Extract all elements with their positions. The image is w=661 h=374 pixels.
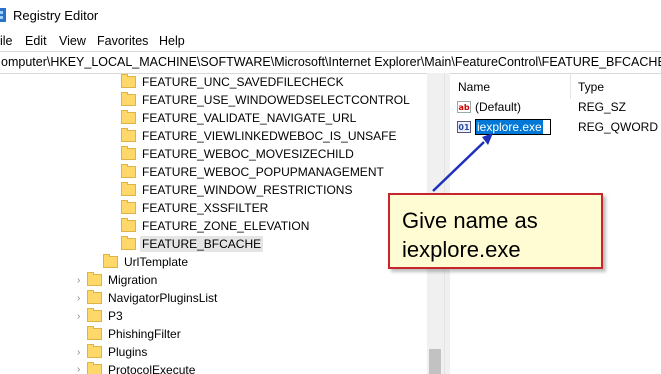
tree-scrollbar-thumb[interactable] — [429, 349, 441, 374]
menu-edit[interactable]: Edit — [25, 34, 47, 48]
tree-item-label: FEATURE_BFCACHE — [140, 236, 264, 252]
tree-item-label: UrlTemplate — [124, 255, 189, 269]
tree-item[interactable]: FEATURE_WEBOC_MOVESIZECHILD — [121, 145, 354, 163]
menu-favorites[interactable]: Favorites — [97, 34, 148, 48]
column-header-type[interactable]: Type — [578, 80, 604, 94]
tree-item[interactable]: Migration — [87, 271, 157, 289]
rename-input-text: iexplore.exe — [476, 120, 543, 134]
folder-icon — [87, 344, 102, 358]
callout-line-1: Give name as — [402, 208, 538, 233]
menu-file[interactable]: ile — [0, 34, 13, 48]
tree-item[interactable]: P3 — [87, 307, 123, 325]
folder-icon — [121, 110, 136, 124]
expand-chevron-icon[interactable]: › — [77, 276, 85, 286]
folder-icon — [121, 236, 136, 250]
folder-icon — [87, 290, 102, 304]
menu-help[interactable]: Help — [159, 34, 185, 48]
tree-item-label: FEATURE_UNC_SAVEDFILECHECK — [142, 75, 344, 89]
tree-item-label: PhishingFilter — [108, 327, 181, 341]
tree-item-label: FEATURE_WEBOC_MOVESIZECHILD — [142, 147, 354, 161]
string-value-icon: ab — [457, 101, 471, 113]
menu-view[interactable]: View — [59, 34, 86, 48]
tree-item-label: FEATURE_VIEWLINKEDWEBOC_IS_UNSAFE — [142, 129, 397, 143]
value-name: (Default) — [475, 100, 522, 114]
tree-item[interactable]: FEATURE_XSSFILTER — [121, 199, 268, 217]
value-type: REG_QWORD — [578, 120, 659, 134]
folder-icon — [121, 200, 136, 214]
tree-item[interactable]: FEATURE_USE_WINDOWEDSELECTCONTROL — [121, 91, 410, 109]
menu-bar: ile Edit View Favorites Help — [0, 31, 661, 51]
folder-icon — [103, 254, 118, 268]
folder-icon — [87, 308, 102, 322]
value-row-default[interactable]: ab (Default) — [457, 98, 521, 116]
tree-item[interactable]: ProtocolExecute — [87, 361, 195, 374]
instruction-callout: Give name as iexplore.exe — [388, 193, 603, 269]
tree-item[interactable]: FEATURE_ZONE_ELEVATION — [121, 217, 309, 235]
registry-editor-icon — [0, 8, 6, 22]
folder-icon — [121, 218, 136, 232]
tree-item[interactable]: NavigatorPluginsList — [87, 289, 217, 307]
window-title: Registry Editor — [13, 8, 99, 23]
tree-item-label: FEATURE_WEBOC_POPUPMANAGEMENT — [142, 165, 384, 179]
tree-item[interactable]: Plugins — [87, 343, 147, 361]
column-header-name[interactable]: Name — [458, 80, 490, 94]
value-type: REG_SZ — [578, 100, 627, 114]
tree-item-label: FEATURE_XSSFILTER — [142, 201, 269, 215]
expand-chevron-icon[interactable]: › — [77, 312, 85, 322]
key-tree[interactable]: FEATURE_UNC_SAVEDFILECHECK FEATURE_USE_W… — [0, 73, 443, 374]
tree-item-label: FEATURE_VALIDATE_NAVIGATE_URL — [142, 111, 357, 125]
folder-icon — [121, 128, 136, 142]
folder-icon — [121, 146, 136, 160]
folder-icon — [121, 74, 136, 88]
tree-item[interactable]: PhishingFilter — [87, 325, 181, 343]
folder-icon — [87, 362, 102, 374]
tree-item-label: FEATURE_ZONE_ELEVATION — [142, 219, 310, 233]
folder-icon — [121, 92, 136, 106]
tree-item-label: Plugins — [108, 345, 148, 359]
tree-item-label: ProtocolExecute — [108, 363, 196, 374]
callout-line-2: iexplore.exe — [402, 237, 521, 262]
tree-item-label: NavigatorPluginsList — [108, 291, 218, 305]
tree-item-label: P3 — [108, 309, 123, 323]
expand-chevron-icon[interactable]: › — [77, 294, 85, 304]
folder-icon — [87, 272, 102, 286]
tree-item[interactable]: FEATURE_VALIDATE_NAVIGATE_URL — [121, 109, 356, 127]
folder-icon — [87, 326, 102, 340]
tree-item[interactable]: UrlTemplate — [103, 253, 188, 271]
tree-item-label: Migration — [108, 273, 158, 287]
binary-value-icon: 01 — [457, 121, 471, 133]
address-path[interactable]: omputer\HKEY_LOCAL_MACHINE\SOFTWARE\Micr… — [1, 55, 661, 69]
value-row-editing[interactable]: 01 iexplore.exe — [457, 118, 551, 136]
folder-icon — [121, 164, 136, 178]
tree-item[interactable]: FEATURE_WINDOW_RESTRICTIONS — [121, 181, 352, 199]
address-bar[interactable]: omputer\HKEY_LOCAL_MACHINE\SOFTWARE\Micr… — [0, 51, 661, 74]
tree-item[interactable]: FEATURE_WEBOC_POPUPMANAGEMENT — [121, 163, 384, 181]
title-bar: Registry Editor — [0, 0, 661, 31]
tree-item-label: FEATURE_USE_WINDOWEDSELECTCONTROL — [142, 93, 410, 107]
tree-item-label: FEATURE_WINDOW_RESTRICTIONS — [142, 183, 353, 197]
expand-chevron-icon[interactable]: › — [77, 348, 85, 358]
rename-input[interactable]: iexplore.exe — [475, 119, 551, 135]
tree-item[interactable]: FEATURE_VIEWLINKEDWEBOC_IS_UNSAFE — [121, 127, 397, 145]
tree-item[interactable]: FEATURE_UNC_SAVEDFILECHECK — [121, 73, 344, 91]
column-divider[interactable] — [570, 73, 571, 99]
tree-item-selected[interactable]: FEATURE_BFCACHE — [121, 235, 264, 253]
folder-icon — [121, 182, 136, 196]
expand-chevron-icon[interactable]: › — [77, 365, 85, 374]
